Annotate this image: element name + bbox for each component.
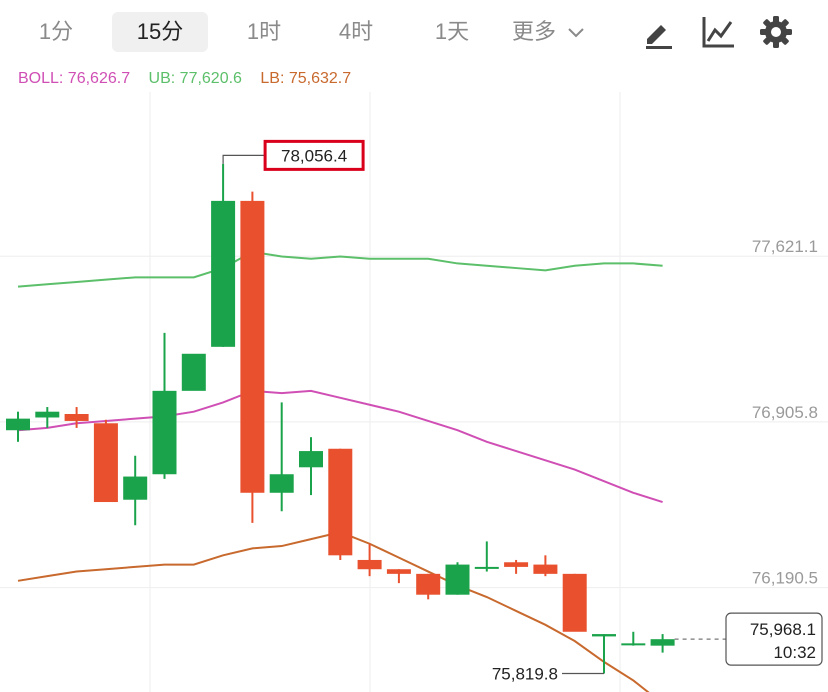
candle-body [211, 200, 236, 347]
candle [533, 555, 558, 577]
candle-body [35, 411, 60, 418]
candle-body [328, 448, 353, 556]
candle [445, 562, 470, 595]
candle-body [269, 474, 294, 493]
candle [299, 437, 323, 496]
candle [386, 569, 411, 584]
candle-body [64, 414, 89, 421]
candle-body [445, 564, 470, 595]
settings-gear-icon[interactable] [758, 14, 794, 50]
candle-body [357, 559, 382, 570]
candle [621, 631, 646, 646]
candle-body [93, 423, 118, 503]
candle [650, 634, 675, 653]
candle-body [416, 573, 441, 595]
candle-body [181, 353, 206, 391]
legend-boll: BOLL: 76,626.7 [18, 70, 131, 87]
candle [123, 455, 148, 526]
y-tick-label: 76,905.8 [752, 403, 818, 422]
candle-body [474, 566, 499, 569]
more-intervals-dropdown[interactable]: 更多 [512, 12, 586, 52]
candle [504, 559, 529, 574]
max-leader-line [222, 154, 266, 164]
candle-body [6, 418, 30, 431]
last-price-time: 10:32 [773, 643, 816, 662]
min-price-label: 75,819.8 [492, 665, 558, 684]
y-tick-label: 77,621.1 [752, 237, 818, 256]
legend-ub: UB: 77,620.6 [148, 70, 242, 87]
indicator-legend: BOLL: 76,626.7 UB: 77,620.6 LB: 75,632.7 [18, 70, 365, 88]
candle [562, 573, 587, 632]
y-tick-label: 76,190.5 [752, 569, 818, 588]
candle-body [240, 200, 265, 493]
draw-pen-icon[interactable] [640, 14, 676, 50]
tab-1-day[interactable]: 1天 [422, 12, 482, 52]
tab-1-hour[interactable]: 1时 [234, 12, 294, 52]
candle [152, 332, 177, 479]
legend-lb: LB: 75,632.7 [260, 70, 352, 87]
candle [93, 419, 118, 503]
candle-body [592, 634, 616, 637]
candle [269, 402, 294, 512]
candle [240, 191, 265, 523]
candle [211, 163, 236, 347]
candle-body [562, 573, 587, 632]
candle [474, 541, 499, 572]
candle [328, 448, 353, 560]
indicator-chart-icon[interactable] [700, 14, 736, 50]
candle-body [299, 451, 323, 468]
candlestick-chart: 77,621.1 76,905.8 76,190.5 78,056.4 75,819.8… [0, 92, 828, 692]
candle-body [650, 639, 675, 646]
candle [6, 411, 30, 442]
last-price-value: 75,968.1 [750, 620, 816, 639]
max-price-label: 78,056.4 [281, 146, 347, 165]
candle [35, 407, 60, 428]
candle-body [386, 569, 411, 574]
candle-body [123, 476, 148, 500]
candle-body [533, 564, 558, 574]
chevron-down-icon [568, 28, 584, 38]
candle-body [504, 562, 529, 567]
candle-body [621, 643, 646, 646]
tab-15-minutes[interactable]: 15分 [112, 12, 208, 52]
toolbar: 1分 15分 1时 4时 1天 更多 [0, 0, 828, 64]
tab-4-hours[interactable]: 4时 [326, 12, 386, 52]
tab-1-minute[interactable]: 1分 [26, 12, 86, 52]
candle [416, 573, 441, 600]
candle [181, 353, 206, 391]
candle-body [152, 390, 177, 475]
more-label: 更多 [512, 19, 557, 44]
ub-line [17, 250, 663, 288]
